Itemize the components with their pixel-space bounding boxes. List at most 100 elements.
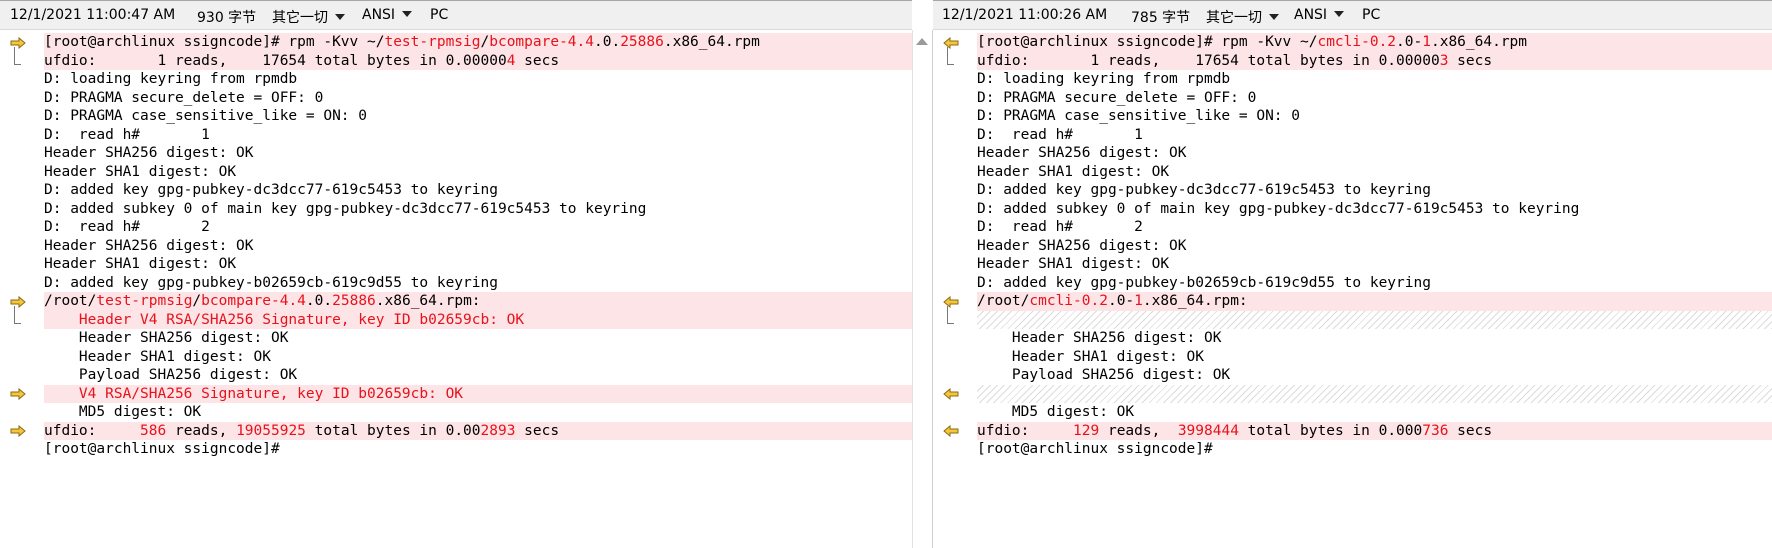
diff-highlight: 25886 [620, 34, 664, 50]
line-text: Header SHA256 digest: OK [44, 237, 254, 254]
diff-line[interactable]: Payload SHA256 digest: OK [977, 366, 1772, 385]
diff-line[interactable]: Header V4 RSA/SHA256 Signature, key ID b… [44, 310, 912, 329]
right-filter-dropdown[interactable]: 其它一切 [1206, 7, 1279, 27]
left-filter-dropdown[interactable]: 其它一切 [272, 7, 345, 27]
diff-line[interactable]: D: added key gpg-pubkey-b02659cb-619c9d5… [977, 274, 1772, 293]
diff-line[interactable]: MD5 digest: OK [44, 403, 912, 422]
diff-line[interactable]: Header SHA256 digest: OK [44, 329, 912, 348]
line-text: total bytes in 0.000 [1238, 422, 1423, 439]
chevron-down-icon [335, 14, 345, 20]
diff-highlight: 736 [1422, 422, 1449, 439]
diff-highlight: test-rpmsig [96, 293, 193, 309]
diff-highlight: 3998444 [1177, 422, 1239, 439]
line-text: Header SHA1 digest: OK [44, 348, 271, 365]
prev-difference-arrow-icon[interactable] [943, 388, 959, 400]
diff-line[interactable]: ufdio: 1 reads, 17654 total bytes in 0.0… [977, 51, 1772, 70]
line-text: Header SHA1 digest: OK [44, 256, 237, 272]
diff-block-bracket [947, 47, 954, 65]
line-text: Header SHA1 digest: OK [44, 163, 237, 180]
diff-line[interactable]: [root@archlinux ssigncode]# [977, 440, 1772, 459]
diff-line[interactable]: /root/cmcli-0.2.0-1.x86_64.rpm: [977, 292, 1772, 311]
line-text: total bytes in 0.00 [305, 422, 481, 439]
line-text: .x86_64.rpm [1430, 34, 1528, 50]
line-text: /root/ [977, 293, 1030, 309]
diff-line[interactable]: Header SHA256 digest: OK [977, 144, 1772, 163]
diff-line[interactable]: ufdio: 586 reads, 19055925 total bytes i… [44, 421, 912, 440]
diff-line[interactable]: Header SHA1 digest: OK [977, 255, 1772, 274]
diff-line[interactable]: D: read h# 1 [44, 126, 912, 145]
right-text-area[interactable]: [root@archlinux ssigncode]# rpm -Kvv ~/c… [977, 30, 1772, 548]
diff-line[interactable]: [root@archlinux ssigncode]# [44, 440, 912, 459]
left-text-area[interactable]: [root@archlinux ssigncode]# rpm -Kvv ~/t… [44, 30, 912, 548]
next-difference-arrow-icon[interactable] [10, 425, 26, 437]
next-difference-arrow-icon[interactable] [10, 388, 26, 400]
line-text: secs [1448, 52, 1493, 69]
diff-line[interactable]: D: read h# 1 [977, 126, 1772, 145]
prev-difference-arrow-icon[interactable] [943, 425, 959, 437]
diff-line[interactable]: D: read h# 2 [977, 218, 1772, 237]
diff-line[interactable]: Header SHA1 digest: OK [977, 348, 1772, 367]
diff-line[interactable]: Header SHA1 digest: OK [44, 163, 912, 182]
diff-line[interactable]: D: added subkey 0 of main key gpg-pubkey… [977, 200, 1772, 219]
diff-line[interactable]: ufdio: 1 reads, 17654 total bytes in 0.0… [44, 51, 912, 70]
line-text: .0- [1107, 293, 1135, 309]
diff-line[interactable]: D: loading keyring from rpmdb [44, 70, 912, 89]
diff-line[interactable]: MD5 digest: OK [977, 403, 1772, 422]
diff-highlight: bcompare-4.4 [201, 293, 306, 309]
right-encoding-label: ANSI [1294, 7, 1328, 23]
line-text: secs [515, 422, 560, 439]
diff-line[interactable]: D: added key gpg-pubkey-dc3dcc77-619c545… [44, 181, 912, 200]
diff-line[interactable]: Header SHA256 digest: OK [977, 329, 1772, 348]
line-text: ufdio: 1 reads, 17654 total bytes in 0.0… [44, 52, 507, 69]
left-encoding-dropdown[interactable]: ANSI [362, 7, 413, 23]
right-filter-label: 其它一切 [1206, 10, 1262, 26]
diff-line[interactable]: D: read h# 2 [44, 218, 912, 237]
diff-highlight: Header V4 RSA/SHA256 Signature, key ID b… [44, 311, 525, 328]
diff-line[interactable]: D: PRAGMA secure_delete = OFF: 0 [977, 89, 1772, 108]
diff-line[interactable] [977, 384, 1772, 403]
diff-line[interactable]: D: loading keyring from rpmdb [977, 70, 1772, 89]
line-text: .x86_64.rpm: [1142, 293, 1248, 309]
diff-line[interactable]: Payload SHA256 digest: OK [44, 366, 912, 385]
diff-line[interactable]: /root/test-rpmsig/bcompare-4.4.0.25886.x… [44, 292, 912, 311]
diff-line[interactable]: V4 RSA/SHA256 Signature, key ID b02659cb… [44, 384, 912, 403]
line-text: Header SHA256 digest: OK [977, 237, 1187, 254]
line-text: D: read h# 1 [44, 126, 210, 143]
right-file-pane[interactable]: 12/1/2021 11:00:26 AM 785 字节 其它一切 ANSI P… [933, 0, 1772, 548]
diff-line[interactable]: Header SHA256 digest: OK [44, 237, 912, 256]
diff-block-bracket [14, 306, 21, 324]
line-text: .x86_64.rpm [663, 34, 760, 50]
line-text: D: PRAGMA case_sensitive_like = ON: 0 [977, 108, 1301, 124]
diff-line[interactable]: Header SHA256 digest: OK [44, 144, 912, 163]
diff-line[interactable]: D: added key gpg-pubkey-b02659cb-619c9d5… [44, 274, 912, 293]
diff-line[interactable]: [root@archlinux ssigncode]# rpm -Kvv ~/c… [977, 33, 1772, 52]
diff-line[interactable]: D: added key gpg-pubkey-dc3dcc77-619c545… [977, 181, 1772, 200]
diff-highlight: 1 [1134, 293, 1143, 309]
left-diff-gutter [0, 30, 40, 548]
diff-line[interactable]: D: PRAGMA case_sensitive_like = ON: 0 [44, 107, 912, 126]
diff-line[interactable]: D: PRAGMA secure_delete = OFF: 0 [44, 89, 912, 108]
scroll-up-arrow-icon[interactable] [916, 38, 928, 45]
line-text: secs [515, 52, 560, 69]
diff-line[interactable]: D: PRAGMA case_sensitive_like = ON: 0 [977, 107, 1772, 126]
left-filter-label: 其它一切 [272, 10, 328, 26]
right-encoding-dropdown[interactable]: ANSI [1294, 7, 1345, 23]
diff-highlight: 25886 [332, 293, 376, 309]
diff-line[interactable]: Header SHA1 digest: OK [44, 255, 912, 274]
diff-line[interactable] [977, 310, 1772, 329]
line-text: Header SHA1 digest: OK [977, 256, 1170, 272]
line-text: Header SHA1 digest: OK [977, 348, 1204, 365]
diff-line[interactable]: [root@archlinux ssigncode]# rpm -Kvv ~/t… [44, 33, 912, 52]
diff-line[interactable]: Header SHA256 digest: OK [977, 237, 1772, 256]
center-scroll-gutter[interactable] [912, 30, 933, 548]
diff-line[interactable]: ufdio: 129 reads, 3998444 total bytes in… [977, 421, 1772, 440]
line-text: D: added subkey 0 of main key gpg-pubkey… [977, 200, 1580, 217]
line-text: D: added subkey 0 of main key gpg-pubkey… [44, 200, 647, 217]
diff-line[interactable]: D: added subkey 0 of main key gpg-pubkey… [44, 200, 912, 219]
right-line-ending[interactable]: PC [1362, 7, 1380, 23]
diff-line[interactable]: Header SHA1 digest: OK [44, 348, 912, 367]
left-file-pane[interactable]: 12/1/2021 11:00:47 AM 930 字节 其它一切 ANSI P… [0, 0, 912, 548]
diff-line[interactable]: Header SHA1 digest: OK [977, 163, 1772, 182]
left-line-ending[interactable]: PC [430, 7, 448, 23]
line-text: Header SHA256 digest: OK [977, 145, 1187, 161]
